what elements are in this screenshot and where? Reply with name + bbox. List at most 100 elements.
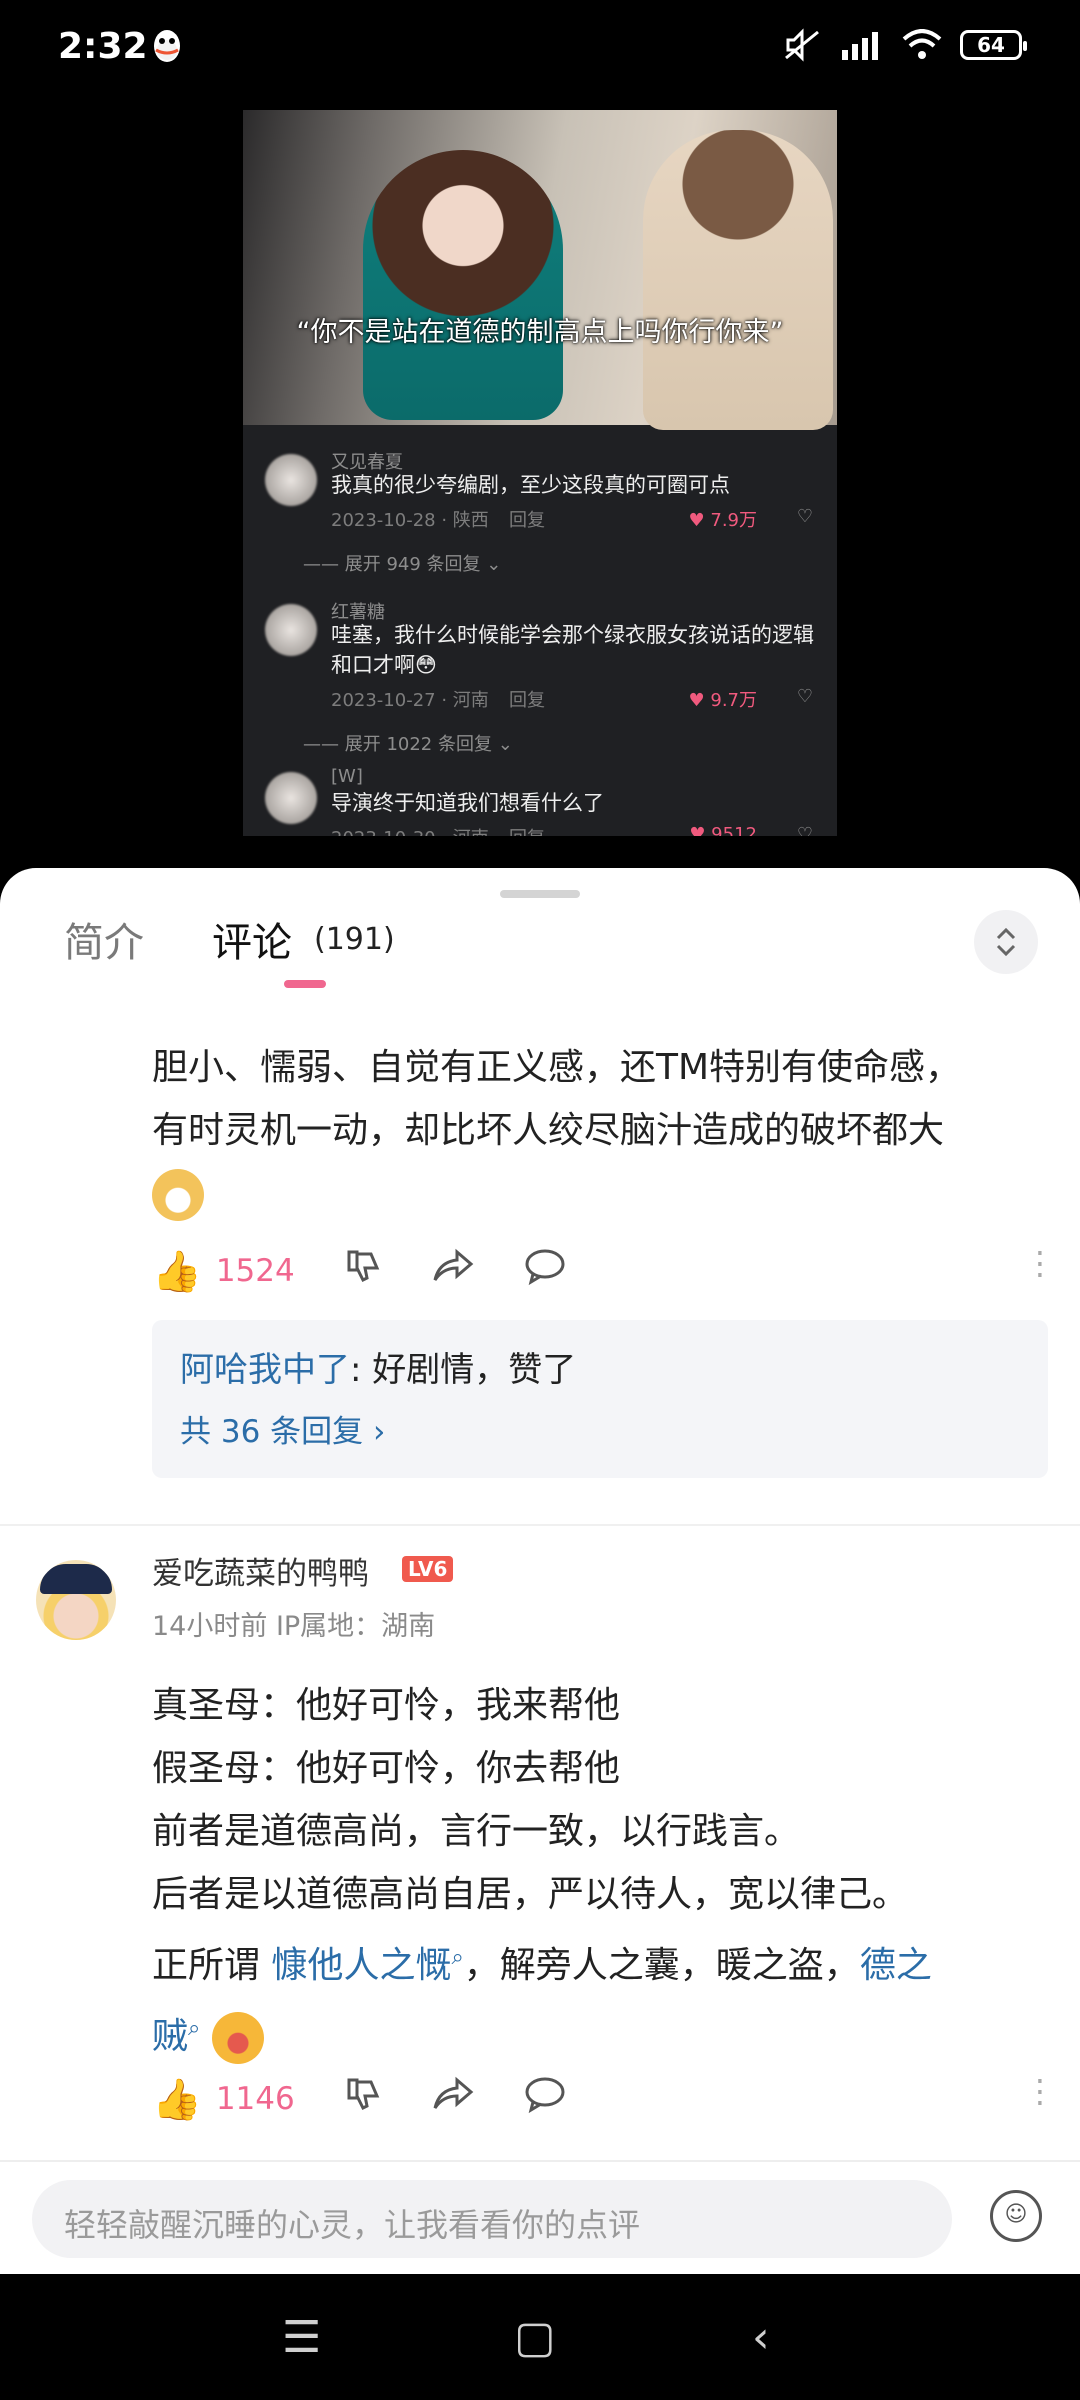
comment-bubble-icon xyxy=(525,1249,565,1286)
comment-date: 2023-10-28 · 陕西 xyxy=(331,510,489,531)
search-icon: ⌕ xyxy=(188,2016,201,2041)
avatar xyxy=(265,454,317,506)
tab-indicator xyxy=(284,980,326,988)
like-button[interactable]: 👍 1146 xyxy=(152,2076,295,2123)
comment-user[interactable]: 爱吃蔬菜的鸭鸭 xyxy=(152,1548,369,1593)
comment-text: 导演终于知道我们想看什么了 xyxy=(331,791,604,815)
dislike-button[interactable] xyxy=(343,2074,383,2124)
comment-text: 我真的很少夸编剧，至少这段真的可圈可点 xyxy=(331,473,730,497)
thumbs-down-icon xyxy=(347,1250,379,1283)
comment-line: 假圣母：他好可怜，你去帮他 xyxy=(152,1748,621,1789)
comment-line: 真圣母：他好可怜，我来帮他 xyxy=(152,1685,621,1726)
video-figure-right xyxy=(643,130,833,430)
home-icon[interactable]: ▢ xyxy=(514,2312,556,2363)
status-time: 2:32 xyxy=(58,26,148,67)
search-icon: ⌕ xyxy=(451,1945,464,1970)
view-replies-link[interactable]: 共 36 条回复 › xyxy=(180,1406,385,1451)
comment-line: 后者是以道德高尚自居，严以待人，宽以律己。 xyxy=(152,1874,909,1915)
status-bar: 2:32 64 xyxy=(0,0,1080,100)
avatar xyxy=(265,604,317,656)
reply-preview[interactable]: 阿哈我中了: 好剧情，赞了 共 36 条回复 › xyxy=(152,1320,1048,1478)
system-nav-bar: ☰ ▢ ‹ xyxy=(0,2274,1080,2400)
wifi-icon xyxy=(902,29,942,59)
comment-line: 贼⌕ xyxy=(152,1997,1032,2068)
dislike-icon: ♡ xyxy=(796,824,813,836)
reply-button[interactable] xyxy=(523,1246,567,1296)
search-link[interactable]: 慷他人之慨 xyxy=(271,1945,451,1986)
chevron-up-down-icon xyxy=(996,927,1016,957)
menu-icon[interactable]: ☰ xyxy=(282,2312,321,2363)
dislike-icon: ♡ xyxy=(796,686,813,707)
reply-user[interactable]: 阿哈我中了 xyxy=(180,1350,350,1390)
yum-emoji-icon xyxy=(211,2012,264,2064)
avatar[interactable] xyxy=(36,1560,116,1640)
comment-likes: ♥ 9512 xyxy=(689,824,757,836)
share-icon xyxy=(433,1248,474,1281)
share-button[interactable] xyxy=(431,1246,475,1296)
comment-input[interactable]: 轻轻敲醒沉睡的心灵，让我看看你的点评 xyxy=(32,2180,952,2258)
search-link[interactable]: 贼 xyxy=(152,2016,188,2057)
qq-icon xyxy=(154,30,180,62)
comment-line: 有时灵机一动，却比坏人绞尽脑汁造成的破坏都大 xyxy=(152,1110,945,1151)
like-button[interactable]: 👍 1524 xyxy=(152,1248,295,1295)
video-subtitle: “你不是站在道德的制高点上吗你行你来” xyxy=(296,317,784,348)
mute-icon xyxy=(785,28,819,62)
comment-likes: ♥ 7.9万 xyxy=(688,510,757,531)
comment-line: 胆小、懦弱、自觉有正义感，还TM特别有使命感， xyxy=(152,1047,962,1088)
more-options-icon[interactable]: ⋮ xyxy=(1024,1244,1056,1282)
comment-actions: 👍 1146 xyxy=(152,2074,567,2124)
tab-intro[interactable]: 简介 xyxy=(64,910,144,968)
like-count: 1524 xyxy=(215,1253,295,1289)
tab-comments[interactable]: 评论 xyxy=(212,910,292,968)
comment-date: 2023-10-27 · 河南 xyxy=(331,690,489,711)
comment-text: 胆小、懦弱、自觉有正义感，还TM特别有使命感， 有时灵机一动，却比坏人绞尽脑汁造… xyxy=(152,1036,1032,1225)
avatar xyxy=(265,772,317,824)
reply-link: 回复 xyxy=(509,690,545,711)
comment-line: 正所谓 慷他人之慨⌕，解旁人之囊，暖之盗，德之 xyxy=(152,1926,1032,1997)
comment-likes: ♥ 9.7万 xyxy=(688,690,757,711)
expand-collapse-button[interactable] xyxy=(974,910,1038,974)
reply-text: : 好剧情，赞了 xyxy=(350,1350,577,1390)
comment-user: [W] xyxy=(331,766,363,787)
back-icon[interactable]: ‹ xyxy=(752,2312,770,2363)
battery-icon: 64 xyxy=(960,30,1027,60)
comment-date: 2023-10-30 · 河南 xyxy=(331,824,489,836)
divider xyxy=(0,1524,1080,1526)
video-player[interactable]: “你不是站在道德的制高点上吗你行你来” 又见春夏 我真的很少夸编剧，至少这段真的… xyxy=(243,110,837,836)
comment-line: 前者是道德高尚，言行一致，以行践言。 xyxy=(152,1811,801,1852)
more-options-icon[interactable]: ⋮ xyxy=(1024,2072,1056,2110)
dislike-button[interactable] xyxy=(343,1246,383,1296)
dislike-icon: ♡ xyxy=(796,506,813,527)
comment-fragment: 正所谓 xyxy=(152,1945,272,1986)
share-button[interactable] xyxy=(431,2074,475,2124)
comment-count: (191) xyxy=(314,922,395,957)
comment-actions: 👍 1524 xyxy=(152,1246,567,1296)
like-count: 1146 xyxy=(215,2081,295,2117)
comment-bubble-icon xyxy=(525,2077,565,2114)
expand-replies: —— 展开 949 条回复 ⌄ xyxy=(303,554,502,575)
comment-text: 哇塞，我什么时候能学会那个绿衣服女孩说话的逻辑和口才啊😳 xyxy=(331,623,814,677)
thumbs-up-icon: 👍 xyxy=(152,1248,202,1295)
video-figure-left xyxy=(363,150,563,420)
drag-handle[interactable] xyxy=(500,890,580,898)
reply-link: 回复 xyxy=(509,510,545,531)
reply-line: 阿哈我中了: 好剧情，赞了 xyxy=(180,1342,576,1391)
doge-emoji-icon xyxy=(152,1169,204,1221)
thumbs-down-icon xyxy=(347,2078,379,2111)
comment-fragment: ，解旁人之囊，暖之盗， xyxy=(463,1945,860,1986)
search-link[interactable]: 德之 xyxy=(860,1945,932,1986)
comment-meta: 14小时前 IP属地：湖南 xyxy=(152,1611,436,1642)
comments-sheet: 简介 评论 (191) 胆小、懦弱、自觉有正义感，还TM特别有使命感， 有时灵机… xyxy=(0,868,1080,2274)
emoji-button[interactable]: ☺ xyxy=(990,2190,1042,2242)
signal-icon xyxy=(842,32,878,60)
level-badge: LV6 xyxy=(402,1556,454,1582)
expand-replies: —— 展开 1022 条回复 ⌄ xyxy=(303,734,513,755)
thumbs-up-icon: 👍 xyxy=(152,2076,202,2123)
reply-button[interactable] xyxy=(523,2074,567,2124)
comment-input-placeholder: 轻轻敲醒沉睡的心灵，让我看看你的点评 xyxy=(64,2206,641,2244)
comment-input-bar: 轻轻敲醒沉睡的心灵，让我看看你的点评 ☺ xyxy=(0,2160,1080,2276)
status-icons: 64 xyxy=(782,28,1027,62)
share-icon xyxy=(433,2076,474,2109)
comment-text: 真圣母：他好可怜，我来帮他 假圣母：他好可怜，你去帮他 前者是道德高尚，言行一致… xyxy=(152,1674,1032,2068)
emoji-face-icon: ☺ xyxy=(1004,2202,1028,2227)
